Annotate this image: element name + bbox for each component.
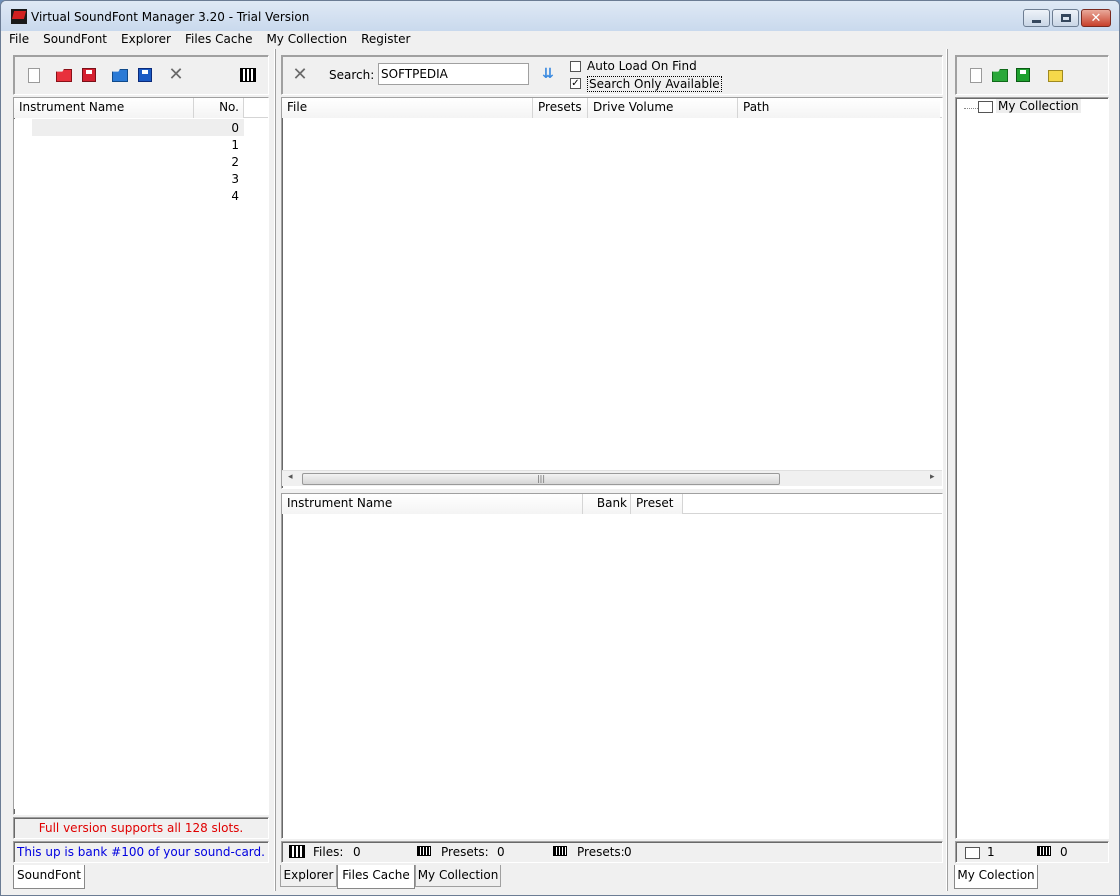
slot-number[interactable]: 1	[32, 137, 239, 154]
instrument-rows: 0 1 2 3 4	[14, 119, 266, 809]
auto-load-label: Auto Load On Find	[587, 59, 697, 73]
instrument-list: Instrument Name No. 0 1 2 3 4	[13, 97, 269, 815]
scroll-thumb[interactable]: |||	[302, 473, 780, 485]
minimize-icon	[1032, 19, 1041, 23]
tab-my-colection[interactable]: My Colection	[954, 865, 1038, 889]
files-horizontal-scrollbar[interactable]: ◂ ||| ▸	[282, 470, 942, 486]
files-list-header: File Presets Drive Volume Path	[282, 98, 942, 118]
piano-icon	[417, 846, 431, 856]
piano-icon	[553, 846, 567, 856]
right-splitter[interactable]	[946, 49, 948, 891]
title-bar: Virtual SoundFont Manager 3.20 - Trial V…	[1, 1, 1119, 31]
open-blue-folder-icon[interactable]	[112, 69, 128, 82]
new-file-icon[interactable]	[28, 68, 40, 83]
presets-label: Presets:	[441, 845, 489, 859]
presets-count: 0	[497, 845, 505, 859]
keyboard-icon[interactable]	[240, 68, 256, 82]
presets-list-header: Instrument Name Bank Preset	[282, 494, 942, 514]
folder-count: 1	[987, 845, 995, 859]
open-red-folder-icon[interactable]	[56, 69, 72, 82]
collection-presets-count: 0	[1060, 845, 1068, 859]
keyboard-icon	[289, 845, 305, 858]
save-green-disk-icon[interactable]	[1016, 68, 1030, 82]
presets-count: 0	[624, 845, 632, 859]
slots-notice: Full version supports all 128 slots.	[13, 817, 269, 839]
tab-soundfont[interactable]: SoundFont	[13, 865, 85, 889]
slot-number: 0	[231, 121, 239, 135]
column-file[interactable]: File	[282, 98, 533, 118]
close-button[interactable]: ✕	[1081, 9, 1111, 27]
menu-register[interactable]: Register	[354, 31, 417, 49]
soundfont-toolbar: ✕	[13, 55, 269, 95]
search-only-checkbox[interactable]: ✓	[570, 78, 581, 89]
maximize-button[interactable]	[1052, 9, 1079, 27]
column-no[interactable]: No.	[194, 98, 244, 118]
collection-tree: My Collection	[955, 97, 1109, 839]
new-folder-icon[interactable]	[1048, 70, 1063, 82]
menu-files-cache[interactable]: Files Cache	[178, 31, 259, 49]
main-window: Virtual SoundFont Manager 3.20 - Trial V…	[0, 0, 1120, 896]
presets-label: Presets:	[577, 845, 625, 859]
column-path[interactable]: Path	[738, 98, 940, 118]
presets-list: Instrument Name Bank Preset	[281, 493, 943, 839]
delete-x-icon[interactable]: ✕	[167, 66, 185, 84]
collection-status-bar: 1 0	[955, 841, 1109, 863]
search-label: Search:	[329, 68, 375, 82]
collection-folder-icon	[978, 101, 993, 113]
window-title: Virtual SoundFont Manager 3.20 - Trial V…	[31, 10, 310, 24]
open-green-folder-icon[interactable]	[992, 69, 1008, 82]
column-instrument-name[interactable]: Instrument Name	[14, 98, 194, 118]
slot-number[interactable]: 2	[32, 154, 239, 171]
column-preset[interactable]: Preset	[631, 494, 683, 514]
tree-root-my-collection[interactable]: My Collection	[996, 99, 1081, 113]
slot-number[interactable]: 3	[32, 171, 239, 188]
menu-explorer[interactable]: Explorer	[114, 31, 178, 49]
scroll-left-icon[interactable]: ◂	[288, 472, 293, 482]
tab-explorer[interactable]: Explorer	[280, 865, 337, 887]
clear-search-icon[interactable]: ✕	[291, 66, 309, 84]
left-splitter[interactable]	[274, 49, 276, 891]
column-bank[interactable]: Bank	[583, 494, 631, 514]
files-count: 0	[353, 845, 361, 859]
files-list: File Presets Drive Volume Path ◂ ||| ▸	[281, 97, 943, 489]
bank-notice: This up is bank #100 of your sound-card.	[13, 841, 269, 863]
auto-load-checkbox[interactable]	[570, 61, 581, 72]
instrument-list-header: Instrument Name No.	[14, 98, 268, 118]
tab-files-cache[interactable]: Files Cache	[337, 865, 415, 889]
column-preset-instrument-name[interactable]: Instrument Name	[282, 494, 583, 514]
slot-number[interactable]: 4	[32, 188, 239, 205]
new-file-icon[interactable]	[970, 68, 982, 83]
close-icon: ✕	[1090, 10, 1102, 26]
files-label: Files:	[313, 845, 344, 859]
menu-bar: File SoundFont Explorer Files Cache My C…	[1, 31, 1119, 49]
menu-file[interactable]: File	[1, 31, 36, 49]
collection-toolbar	[955, 55, 1109, 95]
search-input[interactable]	[378, 63, 529, 85]
menu-soundfont[interactable]: SoundFont	[36, 31, 114, 49]
search-toolbar: ✕ Search: ⇊ Auto Load On Find ✓ Search O…	[281, 55, 943, 95]
menu-my-collection[interactable]: My Collection	[259, 31, 354, 49]
column-drive-volume[interactable]: Drive Volume	[588, 98, 738, 118]
piano-icon	[1037, 846, 1051, 856]
center-status-bar: Files: 0 Presets: 0 Presets: 0	[281, 841, 943, 863]
maximize-icon	[1060, 14, 1071, 22]
search-only-label: Search Only Available	[587, 76, 722, 92]
column-presets[interactable]: Presets	[533, 98, 588, 118]
save-red-disk-icon[interactable]	[82, 68, 96, 82]
search-go-icon[interactable]: ⇊	[541, 66, 555, 82]
scroll-right-icon[interactable]: ▸	[930, 472, 935, 482]
minimize-button[interactable]	[1023, 9, 1050, 27]
save-blue-disk-icon[interactable]	[138, 68, 152, 82]
app-logo-icon	[11, 9, 27, 24]
tab-my-collection[interactable]: My Collection	[415, 865, 501, 887]
folder-icon	[965, 847, 980, 859]
